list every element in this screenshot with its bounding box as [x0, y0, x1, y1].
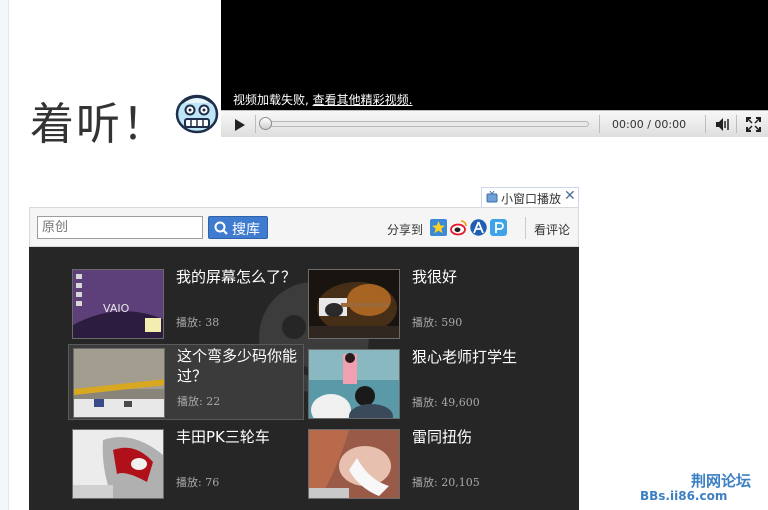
video-thumbnail[interactable]: VAIO [72, 269, 164, 339]
video-play-count: 播放: 76 [176, 476, 220, 489]
video-title[interactable]: 雷同扭伤 [412, 427, 532, 447]
thumbnail-brand-text: VAIO [103, 302, 130, 315]
current-time: 00:00 [612, 118, 644, 131]
video-title[interactable]: 狠心老师打学生 [412, 347, 532, 367]
video-player[interactable]: 视频加载失败, 查看其他精彩视频. 00:00 / 00:00 [221, 0, 768, 137]
video-play-count: 播放: 20,105 [412, 476, 480, 489]
player-error-text: 视频加载失败, [233, 93, 309, 107]
renren-icon[interactable] [470, 219, 487, 236]
total-time: 00:00 [654, 118, 687, 131]
video-play-count: 播放: 49,600 [412, 396, 480, 409]
control-divider [255, 115, 256, 133]
search-toolbar: 搜库 分享到 看评论 [29, 207, 579, 247]
video-list-item[interactable]: 这个弯多少码你能过？ 播放: 22 [68, 344, 304, 420]
control-divider [705, 115, 706, 133]
video-list-item[interactable]: 丰田PK三轮车 播放: 76 [68, 426, 304, 502]
classroom-thumbnail [309, 350, 399, 418]
page-heading: 着听！ [30, 99, 168, 150]
mini-window-label: 小窗口播放 [501, 192, 562, 206]
search-button-label: 搜库 [232, 222, 260, 238]
control-divider [736, 115, 737, 133]
kaixin-icon[interactable] [490, 219, 507, 236]
search-icon [214, 221, 228, 235]
video-list-item[interactable]: 我很好 播放: 590 [304, 266, 540, 342]
control-divider [599, 115, 600, 133]
video-thumbnail[interactable] [73, 348, 165, 418]
guitar-player-thumbnail [309, 270, 399, 338]
frozen-face-emoji-icon [175, 94, 219, 134]
time-display: 00:00 / 00:00 [612, 118, 686, 131]
search-button[interactable]: 搜库 [208, 216, 268, 239]
road-curve-thumbnail [74, 349, 164, 417]
player-control-bar: 00:00 / 00:00 [221, 110, 768, 137]
close-icon[interactable]: ✕ [564, 188, 576, 204]
left-edge-strip [0, 0, 9, 510]
search-input[interactable] [37, 216, 203, 239]
sprained-foot-thumbnail [309, 430, 399, 498]
forum-watermark: 荆网论坛 BBs.ii86.com [640, 470, 758, 506]
video-list-item[interactable]: VAIO 我的屏幕怎么了？ 播放: 38 [68, 266, 304, 342]
related-videos-panel: VAIO 我的屏幕怎么了？ 播放: 38 我很好 播放: 590 这个弯多少码你… [29, 247, 579, 510]
video-title[interactable]: 丰田PK三轮车 [176, 427, 296, 447]
seek-handle[interactable] [259, 117, 272, 130]
qzone-icon[interactable] [430, 219, 447, 236]
video-title[interactable]: 这个弯多少码你能过？ [177, 346, 297, 386]
other-videos-link[interactable]: 查看其他精彩视频. [313, 93, 413, 107]
player-error-message: 视频加载失败, 查看其他精彩视频. [233, 91, 412, 108]
video-thumbnail[interactable] [72, 429, 164, 499]
video-title[interactable]: 我的屏幕怎么了？ [176, 267, 296, 287]
video-thumbnail[interactable] [308, 269, 400, 339]
fullscreen-icon[interactable] [746, 117, 761, 132]
forum-url: BBs.ii86.com [640, 489, 728, 503]
tv-icon [486, 191, 498, 203]
weibo-icon[interactable] [450, 219, 467, 236]
forum-name: 荆网论坛 [691, 472, 752, 490]
share-label: 分享到 [387, 223, 424, 237]
mini-window-play-tab[interactable]: 小窗口播放 ✕ [481, 187, 579, 208]
video-thumbnail[interactable] [308, 429, 400, 499]
video-play-count: 播放: 590 [412, 316, 463, 329]
video-thumbnail[interactable] [308, 349, 400, 419]
video-play-count: 播放: 38 [176, 316, 220, 329]
view-comments-link[interactable]: 看评论 [534, 221, 570, 238]
video-list-item[interactable]: 雷同扭伤 播放: 20,105 [304, 426, 540, 502]
volume-mute-icon[interactable] [715, 117, 731, 132]
car-taillight-thumbnail [73, 430, 163, 498]
toolbar-divider [525, 217, 526, 239]
play-icon[interactable] [229, 116, 249, 134]
time-separator: / [647, 118, 651, 131]
seek-bar[interactable] [263, 121, 589, 127]
video-list-item[interactable]: 狠心老师打学生 播放: 49,600 [304, 346, 540, 422]
video-play-count: 播放: 22 [177, 395, 221, 408]
laptop-screen-thumbnail: VAIO [73, 270, 163, 338]
video-title[interactable]: 我很好 [412, 267, 532, 287]
